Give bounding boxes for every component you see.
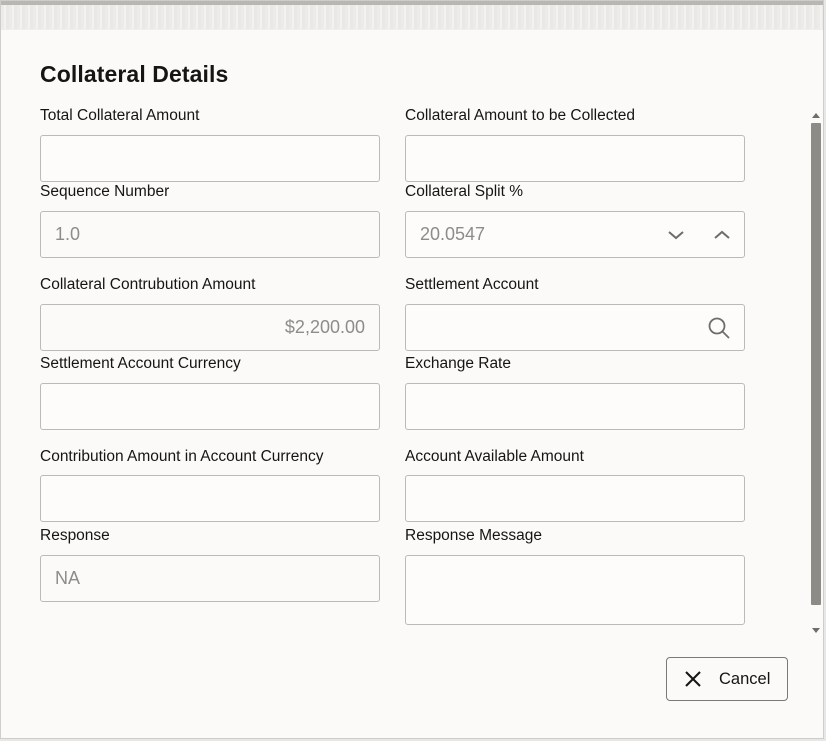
total-collateral-amount-input[interactable]	[41, 136, 379, 181]
settlement-account-currency-input[interactable]	[41, 384, 379, 429]
chevron-up-icon[interactable]	[707, 220, 737, 250]
exchange-rate-field[interactable]	[405, 383, 745, 430]
scroll-thumb[interactable]	[811, 123, 821, 605]
collateral-split-stepper[interactable]	[405, 211, 745, 258]
settlement-account-currency-field[interactable]	[40, 383, 380, 430]
dialog-header-strip	[1, 1, 823, 30]
vertical-scrollbar[interactable]	[809, 109, 823, 639]
chevron-down-icon[interactable]	[661, 220, 691, 250]
contribution-amount-in-account-currency-input[interactable]	[41, 476, 379, 521]
cancel-button-label: Cancel	[719, 670, 770, 689]
collateral-amount-to-be-collected-field[interactable]	[405, 135, 745, 182]
settlement-account-input[interactable]	[406, 305, 696, 350]
total-collateral-amount-field[interactable]	[40, 135, 380, 182]
response-message-textarea[interactable]	[406, 556, 744, 624]
collateral-details-dialog: Collateral Details Total Collateral Amou…	[0, 0, 824, 739]
collateral-contribution-amount-field	[40, 304, 380, 351]
response-field	[40, 555, 380, 602]
scroll-down-arrow-icon[interactable]	[812, 628, 820, 633]
sequence-number-input	[41, 212, 379, 257]
collateral-contribution-amount-input	[41, 305, 379, 350]
page-title: Collateral Details	[40, 61, 228, 88]
sequence-number-field	[40, 211, 380, 258]
account-available-amount-input[interactable]	[406, 476, 744, 521]
response-label: Response	[40, 527, 110, 545]
response-message-field[interactable]	[405, 555, 745, 625]
cancel-button[interactable]: Cancel	[666, 657, 788, 701]
account-available-amount-field[interactable]	[405, 475, 745, 522]
collateral-split-label: Collateral Split %	[405, 183, 523, 201]
collateral-amount-to-be-collected-label: Collateral Amount to be Collected	[405, 107, 635, 125]
contribution-amount-in-account-currency-label: Contribution Amount in Account Currency	[40, 448, 323, 466]
scroll-up-arrow-icon[interactable]	[812, 113, 820, 118]
settlement-account-currency-label: Settlement Account Currency	[40, 355, 241, 373]
response-message-label: Response Message	[405, 527, 542, 545]
search-icon[interactable]	[704, 313, 734, 343]
settlement-account-label: Settlement Account	[405, 276, 539, 294]
settlement-account-field[interactable]	[405, 304, 745, 351]
exchange-rate-label: Exchange Rate	[405, 355, 511, 373]
close-icon	[683, 669, 703, 689]
exchange-rate-input[interactable]	[406, 384, 744, 429]
collateral-contribution-amount-label: Collateral Contrubution Amount	[40, 276, 255, 294]
sequence-number-label: Sequence Number	[40, 183, 169, 201]
account-available-amount-label: Account Available Amount	[405, 448, 584, 466]
collateral-split-input[interactable]	[406, 212, 646, 257]
total-collateral-amount-label: Total Collateral Amount	[40, 107, 199, 125]
response-input	[41, 556, 379, 601]
collateral-amount-to-be-collected-input[interactable]	[406, 136, 744, 181]
contribution-amount-in-account-currency-field[interactable]	[40, 475, 380, 522]
